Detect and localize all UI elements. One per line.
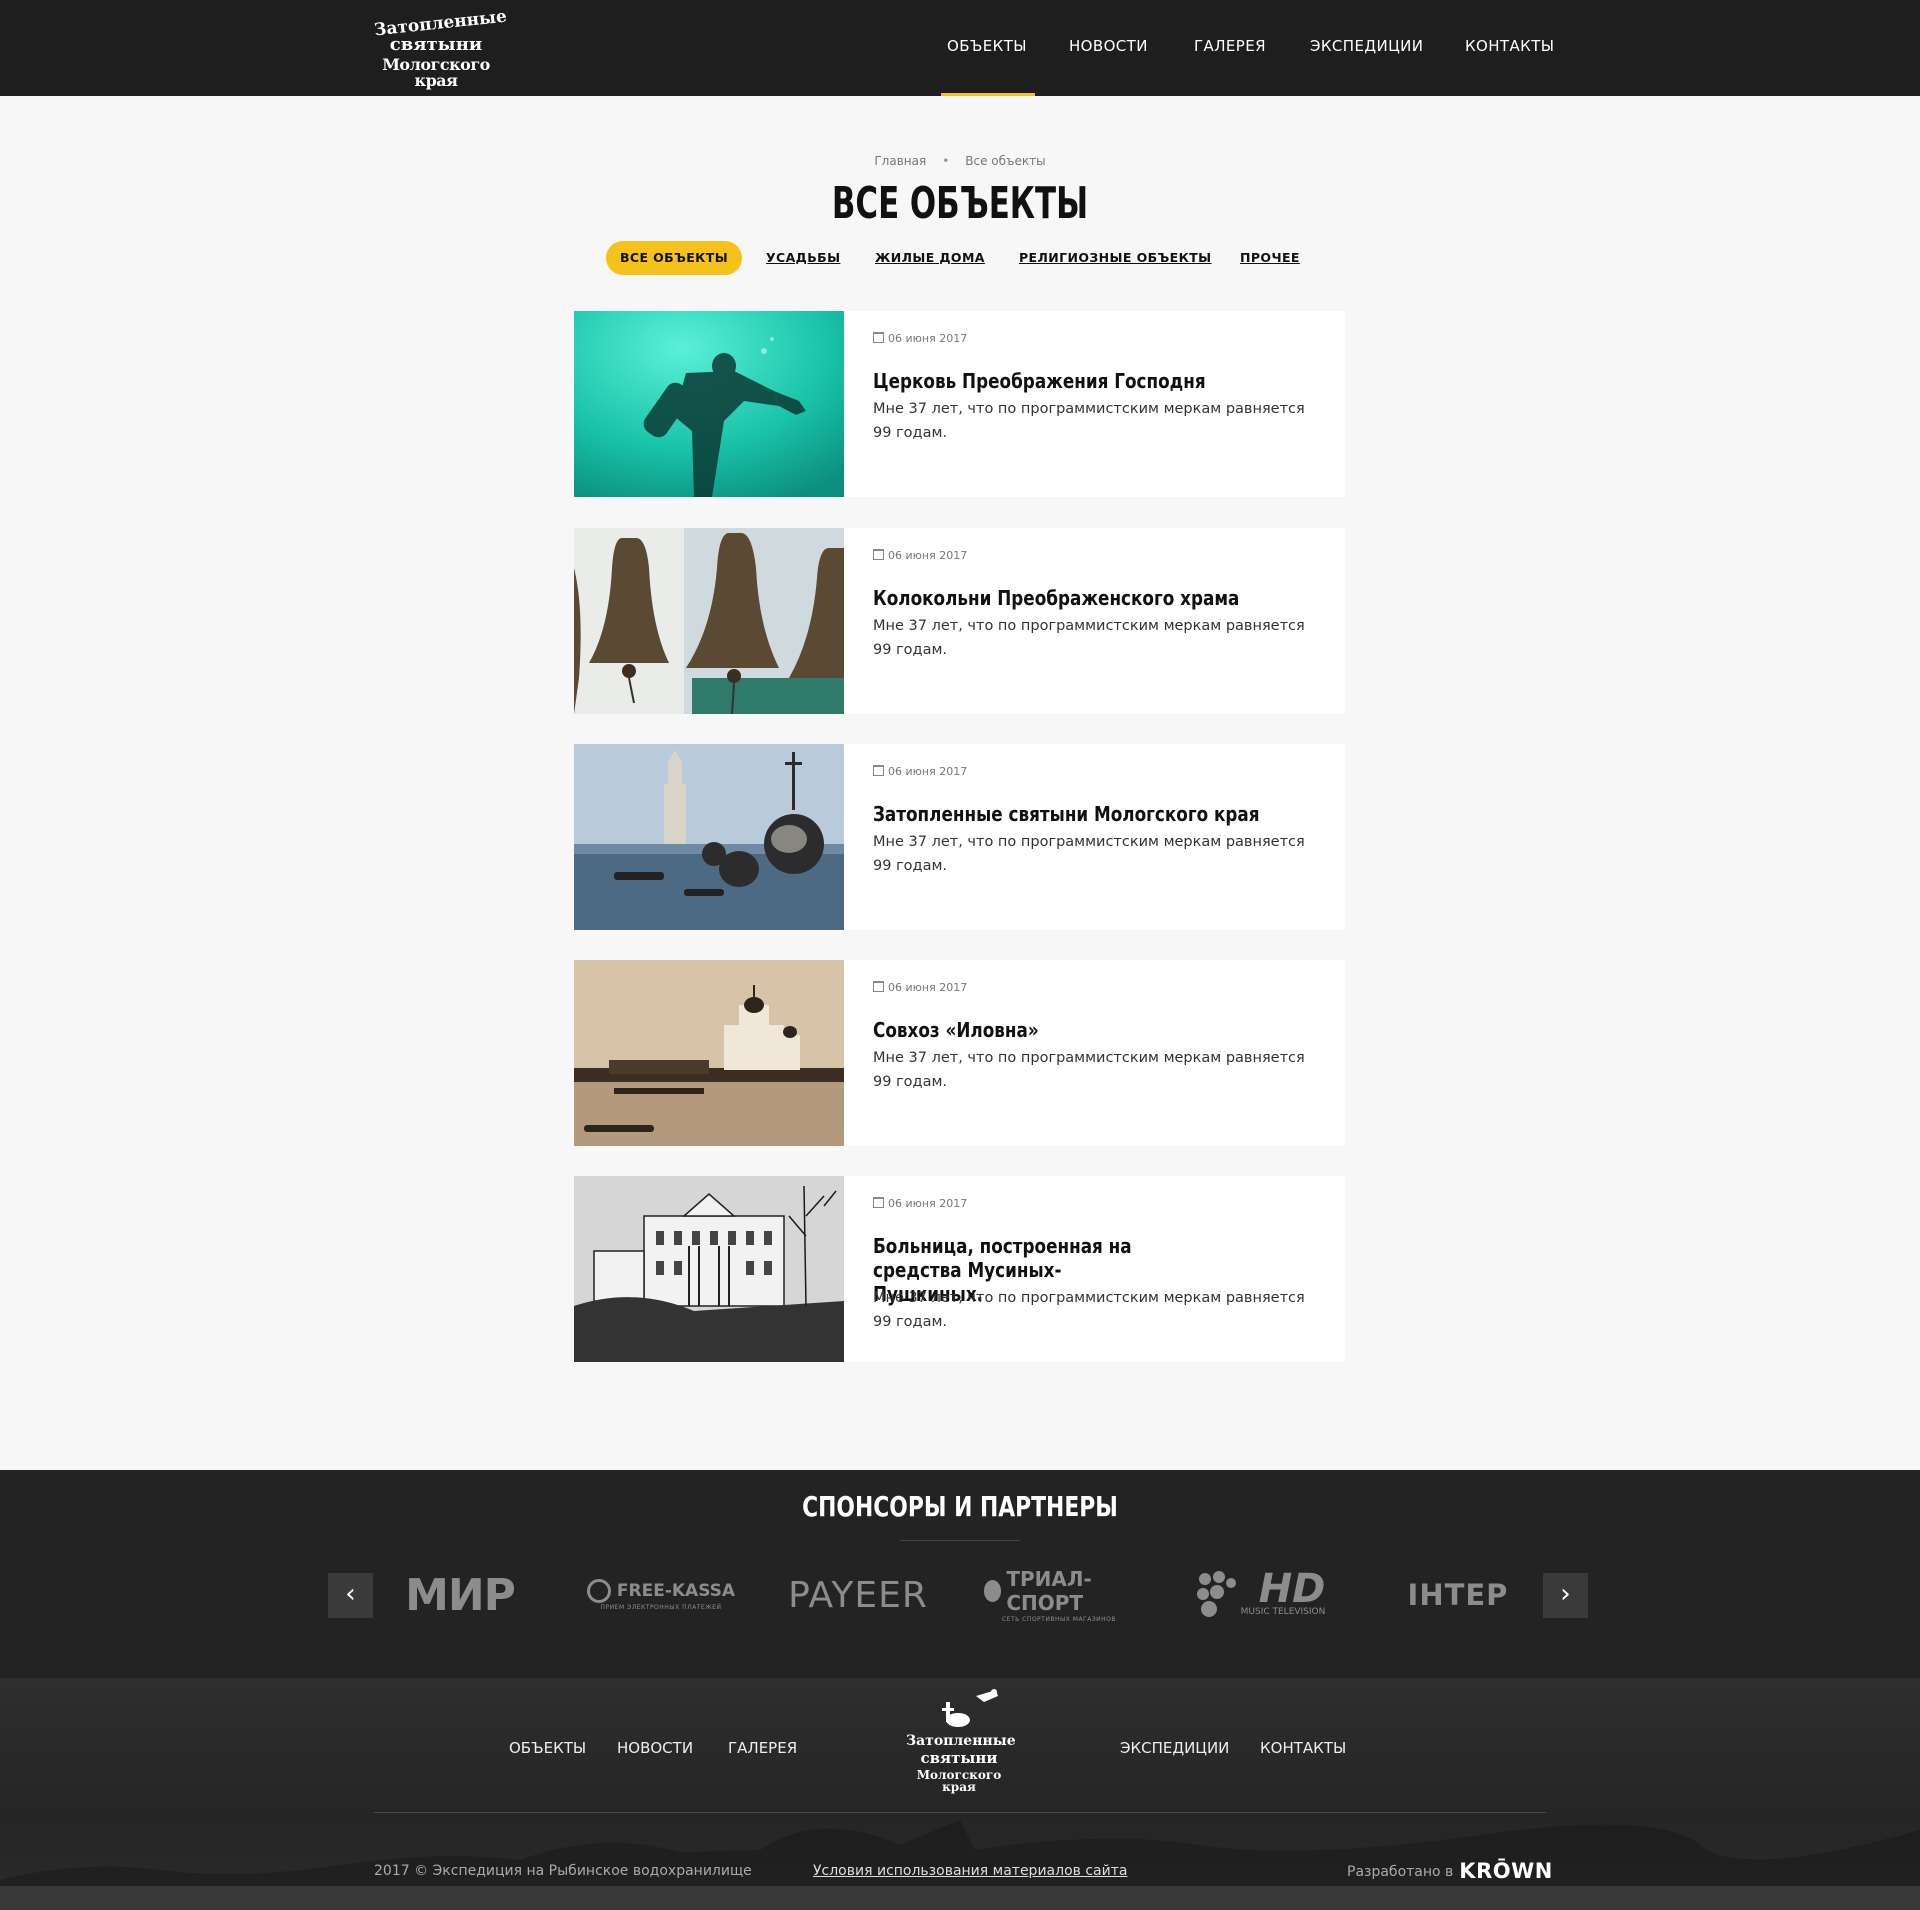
breadcrumb-separator: • xyxy=(942,154,950,168)
card-date: 06 июня 2017 xyxy=(873,981,967,994)
page-title: ВСЕ ОБЪЕКТЫ xyxy=(831,178,1089,229)
bells-icon[interactable] xyxy=(574,528,844,714)
nav-gallery[interactable]: ГАЛЕРЕЯ xyxy=(1194,0,1266,96)
sponsors-divider xyxy=(900,1540,1020,1541)
diver-underwater-icon[interactable] xyxy=(574,311,844,497)
card-date-text: 06 июня 2017 xyxy=(888,549,968,562)
footer-logo[interactable]: Затопленные святыни Мологского края xyxy=(906,1688,1016,1798)
nav-objects[interactable]: ОБЪЕКТЫ xyxy=(941,0,1035,96)
footer-logo-line-1: Затопленные xyxy=(906,1733,1016,1749)
filter-estates[interactable]: УСАДЬБЫ xyxy=(766,241,840,275)
hd-sublabel: MUSIC TELEVISION xyxy=(1240,1607,1326,1617)
category-filters: ВСЕ ОБЪЕКТЫ УСАДЬБЫ ЖИЛЫЕ ДОМА РЕЛИГИОЗН… xyxy=(0,241,1920,275)
card-date: 06 июня 2017 xyxy=(873,549,967,562)
nav-contacts[interactable]: КОНТАКТЫ xyxy=(1465,0,1554,96)
calendar-icon xyxy=(873,981,884,992)
card-date: 06 июня 2017 xyxy=(873,765,967,778)
chevron-left-icon[interactable]: ‹ xyxy=(328,1573,373,1618)
card-date-text: 06 июня 2017 xyxy=(888,1197,968,1210)
developer-credit-label: Разработано в xyxy=(1347,1864,1454,1880)
card-date: 06 июня 2017 xyxy=(873,332,967,345)
object-card[interactable]: 06 июня 2017 Церковь Преображения Господ… xyxy=(574,311,1345,497)
filter-all[interactable]: ВСЕ ОБЪЕКТЫ xyxy=(606,241,742,275)
site-footer: ОБЪЕКТЫ НОВОСТИ ГАЛЕРЕЯ Затопленные свят… xyxy=(0,1678,1920,1910)
footer-nav-contacts[interactable]: КОНТАКТЫ xyxy=(1260,1739,1346,1757)
footer-landscape-background xyxy=(0,1820,1920,1910)
footer-nav-gallery[interactable]: ГАЛЕРЕЯ xyxy=(728,1739,797,1757)
nav-news[interactable]: НОВОСТИ xyxy=(1069,0,1148,96)
calendar-icon xyxy=(873,549,884,560)
breadcrumb: Главная • Все объекты xyxy=(0,154,1920,168)
footer-nav-objects[interactable]: ОБЪЕКТЫ xyxy=(509,1739,586,1757)
sepia-church-icon[interactable] xyxy=(574,960,844,1146)
calendar-icon xyxy=(873,1197,884,1208)
developer-credit: Разработано в KRŌWN xyxy=(1347,1859,1553,1883)
calendar-icon xyxy=(873,332,884,343)
card-date-text: 06 июня 2017 xyxy=(888,332,968,345)
card-title[interactable]: Затопленные святыни Мологского края xyxy=(873,802,1276,826)
copyright: 2017 © Экспедиция на Рыбинское водохрани… xyxy=(374,1863,752,1879)
partner-logo-hd[interactable]: HD MUSIC TELEVISION xyxy=(1190,1562,1330,1626)
footer-logo-line-3: Мологского края xyxy=(916,1768,1002,1794)
filter-religious[interactable]: РЕЛИГИОЗНЫЕ ОБЪЕКТЫ xyxy=(1019,241,1212,275)
object-card[interactable]: 06 июня 2017 Больница, построенная на ср… xyxy=(574,1176,1345,1362)
card-title[interactable]: Колокольни Преображенского храма xyxy=(873,586,1276,610)
free-kassa-sublabel: ПРИЕМ ЭЛЕКТРОННЫХ ПЛАТЕЖЕЙ xyxy=(600,1604,722,1611)
trial-sport-icon xyxy=(984,1580,1002,1602)
card-date-text: 06 июня 2017 xyxy=(888,981,968,994)
card-description: Мне 37 лет, что по программистским мерка… xyxy=(873,1050,1305,1090)
footer-divider xyxy=(374,1812,1546,1813)
sponsors-title: СПОНСОРЫ И ПАРТНЕРЫ xyxy=(802,1490,1118,1523)
calendar-icon xyxy=(873,765,884,776)
terms-link[interactable]: Условия использования материалов сайта xyxy=(813,1863,1127,1879)
breadcrumb-home[interactable]: Главная xyxy=(874,154,926,168)
card-date-text: 06 июня 2017 xyxy=(888,765,968,778)
partner-logo-trial-sport[interactable]: ТРИАЛ-СПОРТ СЕТЬ СПОРТИВНЫХ МАГАЗИНОВ xyxy=(984,1567,1134,1623)
footer-logo-line-2: святыни xyxy=(920,1749,998,1767)
card-title[interactable]: Церковь Преображения Господня xyxy=(873,369,1276,393)
flooded-church-icon[interactable] xyxy=(574,744,844,930)
object-card[interactable]: 06 июня 2017 Колокольни Преображенского … xyxy=(574,528,1345,714)
developer-logo[interactable]: KRŌWN xyxy=(1459,1859,1553,1883)
card-title[interactable]: Совхоз «Иловна» xyxy=(873,1018,1276,1042)
chevron-right-icon[interactable]: › xyxy=(1543,1573,1588,1618)
card-description: Мне 37 лет, что по программистским мерка… xyxy=(873,834,1305,874)
card-description: Мне 37 лет, что по программистским мерка… xyxy=(873,618,1305,658)
trial-sport-sublabel: СЕТЬ СПОРТИВНЫХ МАГАЗИНОВ xyxy=(1001,1616,1117,1623)
footer-nav-expeditions[interactable]: ЭКСПЕДИЦИИ xyxy=(1120,1739,1229,1757)
site-header: Затопленные святыни Мологского края ОБЪЕ… xyxy=(0,0,1920,96)
hd-dots-icon xyxy=(1196,1571,1236,1617)
card-description: Мне 37 лет, что по программистским мерка… xyxy=(873,401,1305,441)
breadcrumb-current: Все объекты xyxy=(965,154,1046,168)
sponsors-section: СПОНСОРЫ И ПАРТНЕРЫ ‹ › МИР FREE-KASSA П… xyxy=(0,1470,1920,1678)
card-description: Мне 37 лет, что по программистским мерка… xyxy=(873,1290,1305,1330)
nav-expeditions[interactable]: ЭКСПЕДИЦИИ xyxy=(1310,0,1423,96)
filter-other[interactable]: ПРОЧЕЕ xyxy=(1240,241,1300,275)
partner-logo-free-kassa[interactable]: FREE-KASSA ПРИЕМ ЭЛЕКТРОННЫХ ПЛАТЕЖЕЙ xyxy=(586,1570,736,1620)
footer-nav-news[interactable]: НОВОСТИ xyxy=(617,1739,693,1757)
object-card[interactable]: 06 июня 2017 Совхоз «Иловна» Мне 37 лет,… xyxy=(574,960,1345,1146)
filter-houses[interactable]: ЖИЛЫЕ ДОМА xyxy=(875,241,985,275)
card-date: 06 июня 2017 xyxy=(873,1197,967,1210)
hospital-building-icon[interactable] xyxy=(574,1176,844,1362)
diver-church-icon xyxy=(942,1689,998,1727)
object-card[interactable]: 06 июня 2017 Затопленные святыни Мологск… xyxy=(574,744,1345,930)
partner-logo-inter[interactable]: ІНТЕР xyxy=(1390,1570,1526,1620)
free-kassa-icon xyxy=(586,1579,611,1603)
partner-logo-payeer[interactable]: PAYEER xyxy=(788,1570,927,1620)
partner-logo-mir[interactable]: МИР xyxy=(398,1570,522,1621)
main-nav: ОБЪЕКТЫ НОВОСТИ ГАЛЕРЕЯ ЭКСПЕДИЦИИ КОНТА… xyxy=(0,0,1920,96)
